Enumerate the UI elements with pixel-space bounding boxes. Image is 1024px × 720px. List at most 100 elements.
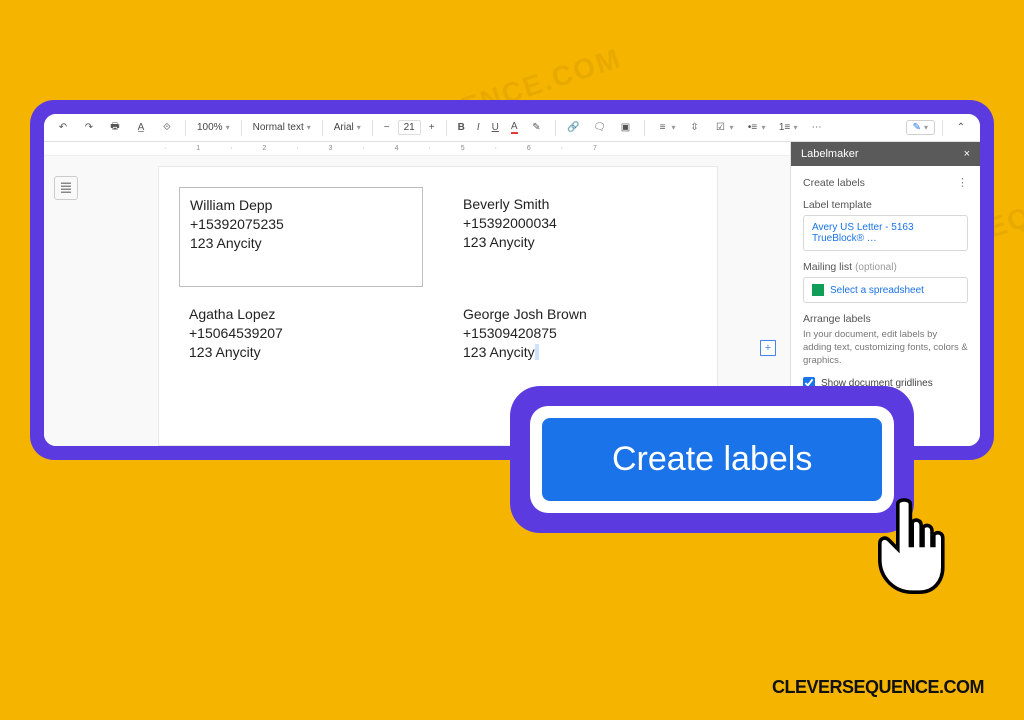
chevron-down-icon: ▾	[226, 123, 230, 132]
label-cell[interactable]: George Josh Brown +15309420875 123 Anyci…	[453, 297, 697, 397]
ruler[interactable]: · 1 · 2 · 3 · 4 · 5 · 6 · 7	[44, 142, 790, 156]
text-color-icon: A	[511, 121, 518, 134]
zoom-value: 100%	[197, 122, 223, 133]
checklist-button[interactable]: ☑▾	[710, 119, 738, 137]
line-spacing-button[interactable]: ⇳	[684, 119, 706, 137]
underline-icon: U	[492, 122, 499, 133]
underline-button[interactable]: U	[488, 120, 503, 135]
footer-brand: CLEVERSEQUENCE.COM	[772, 677, 984, 698]
style-dropdown[interactable]: Normal text▾	[249, 120, 315, 135]
bulleted-list-button[interactable]: •≡▾	[742, 119, 770, 137]
close-icon: ×	[964, 148, 970, 160]
hide-menus-button[interactable]: ⌃	[950, 119, 972, 137]
bold-button[interactable]: B	[454, 120, 469, 135]
label-name: Agatha Lopez	[189, 305, 413, 324]
numbered-list-button[interactable]: 1≡▾	[774, 119, 802, 137]
checklist-icon: ☑	[714, 121, 728, 135]
close-sidebar-button[interactable]: ×	[964, 148, 970, 160]
label-name: Beverly Smith	[463, 195, 687, 214]
chevron-down-icon: ▾	[762, 123, 766, 132]
plus-icon: +	[765, 342, 771, 354]
numbered-list-icon: 1≡	[778, 121, 792, 135]
insert-image-button[interactable]: ▣	[615, 119, 637, 137]
align-icon: ≡	[656, 121, 670, 135]
pointer-cursor-icon	[860, 494, 950, 604]
font-size-decrease[interactable]: −	[380, 120, 394, 135]
label-city: 123 Anycity	[463, 344, 535, 360]
sheets-icon	[812, 284, 824, 296]
toolbar-separator	[644, 120, 645, 136]
label-cell[interactable]: Beverly Smith +15392000034 123 Anycity	[453, 187, 697, 287]
arrange-heading: Arrange labels	[803, 313, 968, 325]
font-size-value: 21	[404, 122, 415, 133]
label-phone: +15392075235	[190, 215, 412, 234]
label-city: 123 Anycity	[189, 343, 413, 362]
label-phone: +15064539207	[189, 324, 413, 343]
toolbar-separator	[322, 120, 323, 136]
editing-mode-button[interactable]: ✎▾	[906, 120, 935, 135]
label-cell[interactable]: William Depp +15392075235 123 Anycity	[179, 187, 423, 287]
label-phone: +15309420875	[463, 324, 687, 343]
callout-inner: Create labels	[530, 406, 894, 513]
insert-link-button[interactable]: 🔗	[563, 119, 585, 137]
more-icon: ⋯	[810, 121, 824, 135]
print-icon: 🖶	[108, 121, 122, 135]
sidebar-header: Labelmaker ×	[791, 142, 980, 166]
sidebar-title: Labelmaker	[801, 148, 858, 160]
outline-icon: ≣	[59, 178, 72, 198]
italic-button[interactable]: I	[473, 120, 484, 135]
text-color-button[interactable]: A	[507, 119, 522, 136]
font-size-input[interactable]: 21	[398, 120, 421, 135]
zoom-dropdown[interactable]: 100%▾	[193, 120, 234, 135]
label-phone: +15392000034	[463, 214, 687, 233]
toolbar-separator	[555, 120, 556, 136]
template-value: Avery US Letter - 5163 TrueBlock® …	[812, 222, 959, 244]
add-comment-button[interactable]: 🗨	[589, 119, 611, 137]
chevron-down-icon: ▾	[357, 123, 361, 132]
label-name: George Josh Brown	[463, 305, 687, 324]
redo-icon: ↷	[82, 121, 96, 135]
chevron-down-icon: ▾	[730, 123, 734, 132]
pencil-icon: ✎	[913, 122, 921, 133]
paint-format-button[interactable]: ⟐	[156, 119, 178, 137]
document-outline-button[interactable]: ≣	[54, 176, 78, 200]
arrange-description: In your document, edit labels by adding …	[803, 329, 968, 367]
undo-button[interactable]: ↶	[52, 119, 74, 137]
label-city: 123 Anycity	[463, 233, 687, 252]
chevron-down-icon: ▾	[924, 123, 928, 132]
highlight-icon: ✎	[530, 121, 544, 135]
mailing-optional-label: (optional)	[855, 262, 897, 273]
label-template-select[interactable]: Avery US Letter - 5163 TrueBlock® …	[803, 215, 968, 251]
text-cursor-selection	[535, 344, 539, 360]
label-name: William Depp	[190, 196, 412, 215]
align-button[interactable]: ≡▾	[652, 119, 680, 137]
spellcheck-button[interactable]: A̲	[130, 119, 152, 137]
label-cell[interactable]: Agatha Lopez +15064539207 123 Anycity	[179, 297, 423, 397]
kebab-icon: ⋮	[957, 177, 968, 189]
mailing-list-heading: Mailing list	[803, 261, 852, 273]
comment-icon: 🗨	[593, 121, 607, 135]
toolbar-separator	[241, 120, 242, 136]
paint-roller-icon: ⟐	[160, 121, 174, 135]
create-labels-heading: Create labels	[803, 177, 865, 189]
select-spreadsheet-label: Select a spreadsheet	[830, 285, 924, 296]
toolbar-separator	[185, 120, 186, 136]
redo-button[interactable]: ↷	[78, 119, 100, 137]
font-size-increase[interactable]: +	[425, 120, 439, 135]
create-labels-button[interactable]: Create labels	[542, 418, 882, 501]
sidebar-more-button[interactable]: ⋮	[957, 176, 968, 189]
create-labels-button-label: Create labels	[612, 440, 812, 478]
chevron-down-icon: ▾	[672, 123, 676, 132]
toolbar-separator	[446, 120, 447, 136]
font-dropdown[interactable]: Arial▾	[330, 120, 365, 135]
highlight-button[interactable]: ✎	[526, 119, 548, 137]
chevron-down-icon: ▾	[794, 123, 798, 132]
add-column-handle[interactable]: +	[760, 340, 776, 356]
select-spreadsheet-button[interactable]: Select a spreadsheet	[803, 277, 968, 303]
chevron-down-icon: ▾	[307, 123, 311, 132]
style-value: Normal text	[253, 122, 304, 133]
print-button[interactable]: 🖶	[104, 119, 126, 137]
toolbar: ↶ ↷ 🖶 A̲ ⟐ 100%▾ Normal text▾ Arial▾ − 2…	[44, 114, 980, 142]
more-button[interactable]: ⋯	[806, 119, 828, 137]
bullet-list-icon: •≡	[746, 121, 760, 135]
